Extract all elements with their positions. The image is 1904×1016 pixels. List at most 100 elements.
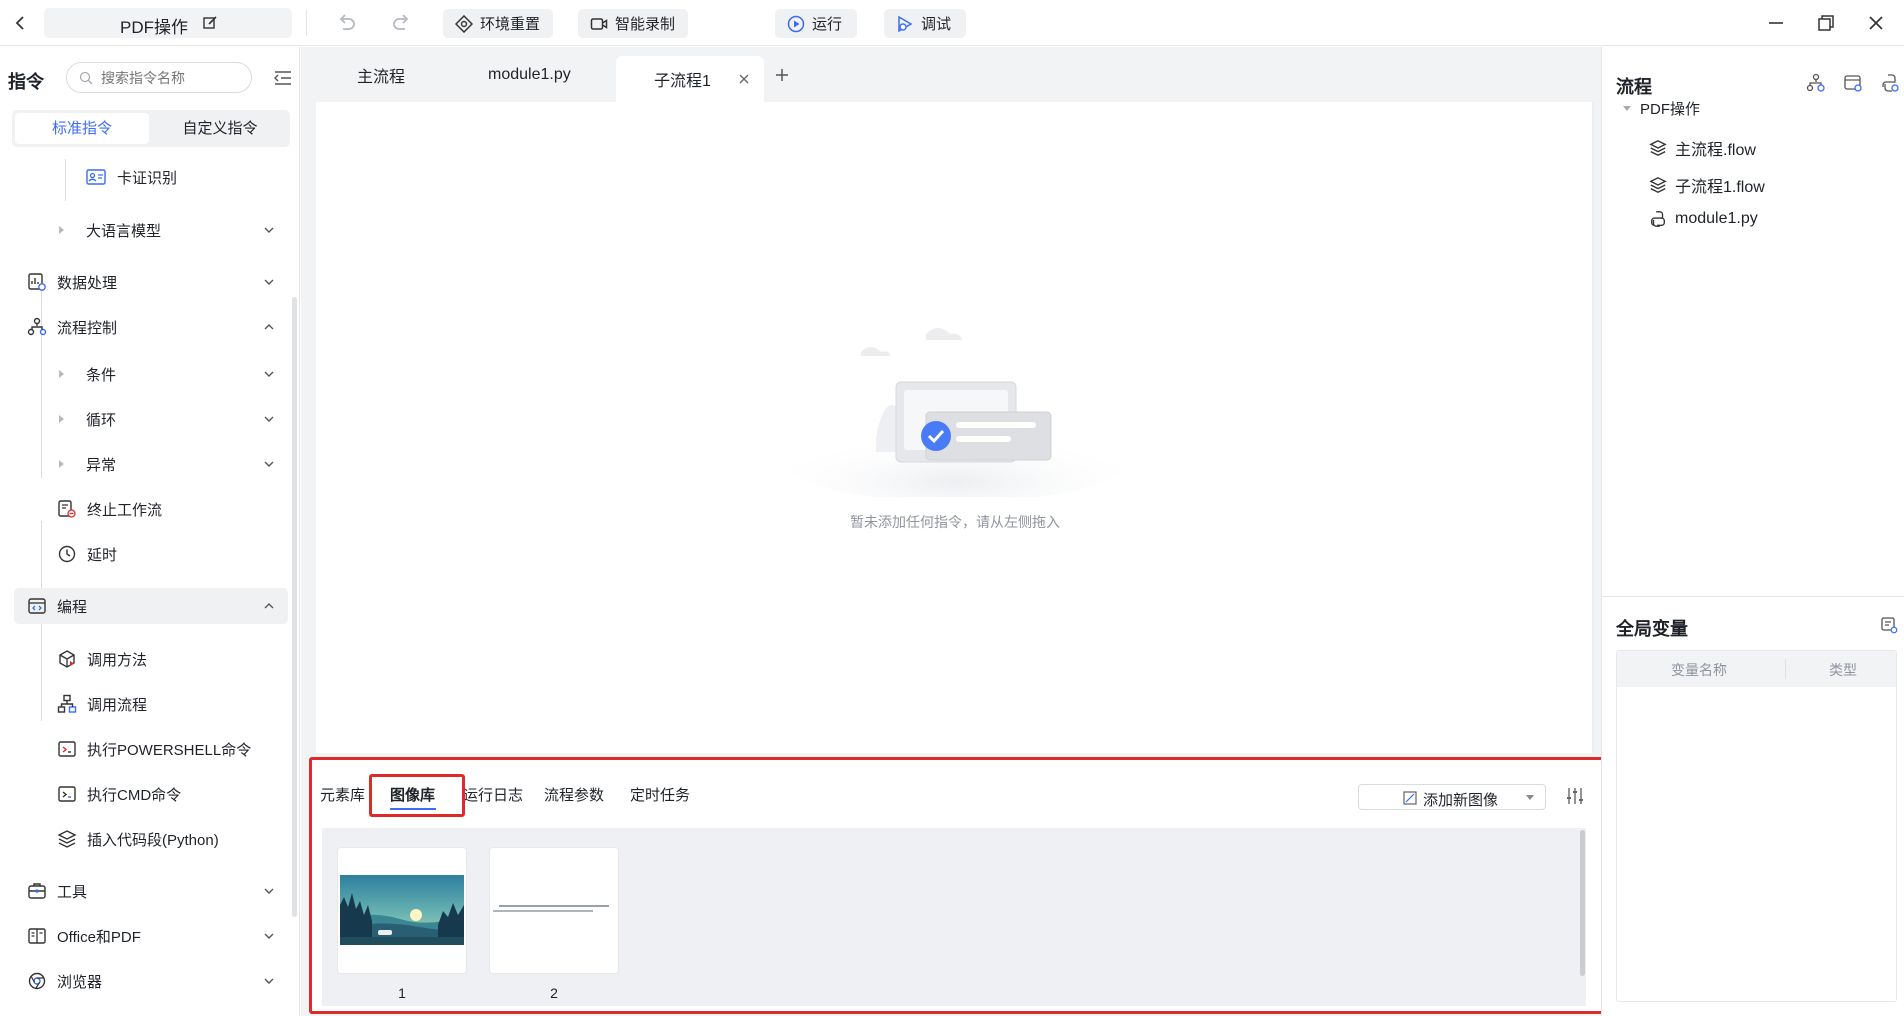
chevron-down-icon <box>264 279 274 285</box>
add-module-icon[interactable] <box>1843 73 1863 93</box>
hierarchy-icon <box>57 694 77 714</box>
tree-item-tools[interactable]: 工具 <box>0 873 292 909</box>
chevron-up-icon <box>264 324 274 330</box>
tree-item-loop[interactable]: 循环 <box>0 401 292 437</box>
right-panel: 流程 PDF操作 主流程.flow 子流程1.flow module1.py 全… <box>1601 47 1904 1016</box>
tree-item-exec-powershell[interactable]: 执行POWERSHELL命令 <box>0 731 292 767</box>
flow-canvas[interactable]: 暂未添加任何指令，请从左侧拖入 <box>316 102 1594 753</box>
add-subflow-icon[interactable] <box>1806 73 1826 93</box>
cube-icon <box>57 649 77 669</box>
python-icon <box>1651 211 1665 227</box>
project-name: PDF操作 <box>120 18 188 37</box>
chevron-down-icon <box>264 978 274 984</box>
code-window-icon <box>27 596 47 616</box>
flow-panel-title: 流程 <box>1616 77 1652 97</box>
close-tab-icon[interactable] <box>738 73 750 85</box>
active-tab-underline <box>390 808 436 810</box>
layers-icon <box>1649 140 1667 156</box>
image-thumbnail-1[interactable] <box>338 848 466 973</box>
add-tab-icon[interactable] <box>775 56 789 94</box>
sidebar-scrollbar[interactable] <box>292 297 297 917</box>
collapse-sidebar-icon[interactable] <box>274 70 292 86</box>
gallery-scrollbar[interactable] <box>1580 830 1585 976</box>
debug-icon <box>898 15 913 32</box>
image-thumbnail-2[interactable] <box>490 848 618 973</box>
search-icon <box>79 71 93 85</box>
project-root[interactable]: PDF操作 <box>1622 98 1700 119</box>
tab-subflow1[interactable]: 子流程1 <box>616 56 764 102</box>
add-image-button[interactable]: 添加新图像 <box>1358 784 1546 810</box>
project-name-box[interactable]: PDF操作 <box>44 8 292 38</box>
tab-standard-commands[interactable]: 标准指令 <box>15 113 149 144</box>
search-box[interactable] <box>66 62 252 93</box>
reset-icon <box>455 14 473 33</box>
tree-item-condition[interactable]: 条件 <box>0 356 292 392</box>
tab-run-log[interactable]: 运行日志 <box>463 784 523 805</box>
file-subflow1[interactable]: 子流程1.flow <box>1649 173 1765 197</box>
title-bar: PDF操作 环境重置 智能录制 运行 调试 <box>0 0 1904 46</box>
tree-item-exec-cmd[interactable]: 执行CMD命令 <box>0 776 292 812</box>
cmd-icon <box>57 784 77 804</box>
tree-item-insert-python[interactable]: 插入代码段(Python) <box>0 821 292 857</box>
tab-image-library[interactable]: 图像库 <box>390 784 436 810</box>
undo-icon[interactable] <box>334 11 358 35</box>
tree-item-card-ocr[interactable]: 卡证识别 <box>0 159 292 195</box>
data-process-icon <box>27 272 47 292</box>
tree-item-call-method[interactable]: 调用方法 <box>0 641 292 677</box>
expand-triangle-icon <box>59 415 64 423</box>
tree-item-flow-control[interactable]: 流程控制 <box>0 309 292 345</box>
clock-icon <box>57 544 77 564</box>
empty-hint: 暂未添加任何指令，请从左侧拖入 <box>850 514 1060 530</box>
canvas-scrollbar[interactable] <box>1592 102 1594 753</box>
expand-triangle-icon <box>59 460 64 468</box>
sidebar-title: 指令 <box>8 72 44 92</box>
collapse-triangle-icon <box>1623 105 1631 111</box>
tab-flow-params[interactable]: 流程参数 <box>544 784 604 805</box>
tab-module1[interactable]: module1.py <box>488 56 571 94</box>
col-var-name: 变量名称 <box>1671 662 1727 678</box>
back-icon[interactable] <box>12 14 30 32</box>
text-document-image <box>493 905 609 912</box>
tab-custom-commands[interactable]: 自定义指令 <box>153 113 287 144</box>
debug-button[interactable]: 调试 <box>884 9 966 38</box>
tab-scheduled-tasks[interactable]: 定时任务 <box>630 784 690 805</box>
dropdown-caret-icon[interactable] <box>1525 794 1535 802</box>
minimize-icon[interactable] <box>1764 11 1788 35</box>
terminate-icon <box>57 499 77 519</box>
file-main-flow[interactable]: 主流程.flow <box>1649 136 1756 160</box>
command-type-tabs: 标准指令 自定义指令 <box>12 110 290 147</box>
env-reset-button[interactable]: 环境重置 <box>443 9 553 38</box>
file-module1[interactable]: module1.py <box>1649 210 1758 228</box>
tree-item-terminate-workflow[interactable]: 终止工作流 <box>0 491 292 527</box>
book-icon <box>27 926 47 946</box>
run-button[interactable]: 运行 <box>775 9 857 38</box>
tree-item-data-process[interactable]: 数据处理 <box>0 264 292 300</box>
tree-item-browser[interactable]: 浏览器 <box>0 963 292 999</box>
chevron-down-icon <box>264 371 274 377</box>
tab-element-library[interactable]: 元素库 <box>320 784 365 805</box>
search-input[interactable] <box>101 68 241 88</box>
toolbox-icon <box>27 881 47 901</box>
tree-item-programming[interactable]: 编程 <box>14 588 288 624</box>
tree-item-call-flow[interactable]: 调用流程 <box>0 686 292 722</box>
redo-icon[interactable] <box>390 11 414 35</box>
chevron-down-icon <box>264 933 274 939</box>
col-var-type: 类型 <box>1829 662 1857 678</box>
maximize-icon[interactable] <box>1814 11 1838 35</box>
edit-icon[interactable] <box>202 15 218 31</box>
add-global-var-icon[interactable] <box>1880 616 1898 634</box>
close-icon[interactable] <box>1864 11 1888 35</box>
panel-settings-icon[interactable] <box>1565 786 1585 806</box>
tree-item-exception[interactable]: 异常 <box>0 446 292 482</box>
tab-main-flow[interactable]: 主流程 <box>357 56 405 94</box>
tree-item-llm[interactable]: 大语言模型 <box>0 212 292 248</box>
tree-item-office-pdf[interactable]: Office和PDF <box>0 918 292 954</box>
command-sidebar: 指令 标准指令 自定义指令 卡证识别 大语言模型 数据处理 <box>0 47 300 1016</box>
tree-item-delay[interactable]: 延时 <box>0 536 292 572</box>
chevron-down-icon <box>264 461 274 467</box>
layers-icon <box>1649 177 1667 193</box>
browser-icon <box>27 971 47 991</box>
smart-record-button[interactable]: 智能录制 <box>578 9 688 38</box>
add-python-icon[interactable] <box>1880 73 1900 93</box>
image-label-2: 2 <box>550 985 558 1001</box>
